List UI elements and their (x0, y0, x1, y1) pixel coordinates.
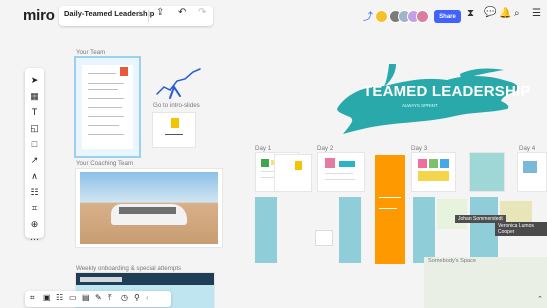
more-tools-icon[interactable]: ··· (25, 233, 44, 246)
intro-sticky (171, 118, 179, 128)
bottom-toolbar: ⌗ ▣ ☷ ▭ ▤ ✎ ⤒ ◷ ⚲ ‹ (25, 291, 171, 307)
upload-tool-icon[interactable]: ⊕ (25, 218, 44, 231)
search-icon[interactable]: ⌕ (514, 8, 520, 19)
divider (148, 10, 149, 22)
day1-label: Day 1 (255, 145, 272, 152)
video-icon[interactable]: ▭ (69, 293, 77, 302)
onboarding-header (80, 277, 122, 282)
arrow-brush-icon (156, 68, 201, 99)
day2-card[interactable] (318, 153, 364, 191)
frame-tool-icon[interactable]: ▦ (25, 90, 44, 103)
title-main: TEAMED LEADERSHIP (363, 83, 531, 100)
select-tool-icon[interactable]: ➤ (25, 74, 44, 87)
chat-bottom-icon[interactable]: ☷ (56, 293, 63, 302)
space-panel (424, 257, 547, 308)
team-card-frame[interactable] (76, 58, 139, 156)
orange-column[interactable] (375, 155, 405, 264)
space-label: Somebody's Space (428, 258, 477, 264)
intro-slide[interactable] (153, 113, 195, 147)
undo-icon[interactable]: ↶ (178, 7, 186, 18)
redo-icon[interactable]: ↷ (198, 7, 206, 18)
grid-icon[interactable]: ⌗ (30, 293, 35, 303)
pen-tool-icon[interactable]: ∧ (25, 170, 44, 183)
green-note[interactable] (437, 199, 467, 229)
day4-card[interactable] (518, 153, 546, 191)
grid-tool-icon[interactable]: ⌗ (25, 202, 44, 215)
day4-sticky-column (470, 197, 498, 263)
intro-label: Go to intro-slides (153, 102, 200, 109)
card-icon[interactable]: ▣ (43, 293, 51, 302)
title-sub: ALWAYS SPRINT (402, 103, 438, 108)
share-button[interactable]: Share (434, 10, 461, 23)
timer-icon[interactable]: ⧗ (467, 8, 474, 19)
text-tool-icon[interactable]: T (25, 106, 44, 119)
day1-sticky-column (255, 197, 277, 263)
star-icon[interactable]: ☆ (136, 9, 143, 18)
day3-card[interactable] (412, 153, 455, 191)
comment-tool-icon[interactable]: ☷ (25, 186, 44, 199)
day3-teal-board[interactable] (470, 153, 504, 191)
export-icon[interactable]: ⇪ (156, 7, 164, 18)
clock-icon[interactable]: ◷ (121, 293, 128, 302)
day3-sticky-column (413, 197, 435, 263)
collapse-icon[interactable]: ‹ (146, 293, 149, 302)
day1-doc[interactable] (275, 155, 311, 191)
link-icon[interactable]: ⚲ (134, 293, 140, 302)
zoom-icon[interactable]: ⌃ (537, 295, 543, 303)
miro-logo[interactable]: miro (23, 7, 55, 24)
menu-icon[interactable]: ☰ (532, 8, 541, 19)
coaching-team-label: Your Coaching Team (76, 160, 134, 167)
chat-icon[interactable]: 💬 (484, 7, 496, 18)
avatar-5[interactable] (416, 10, 429, 23)
sticky-note-tool-icon[interactable]: ◱ (25, 122, 44, 135)
bus-window-band (119, 207, 176, 214)
cursor-icon[interactable]: ⤴ (363, 8, 373, 23)
shape-tool-icon[interactable]: □ (25, 138, 44, 151)
day3-label: Day 3 (411, 145, 428, 152)
left-toolbar: ➤ ▦ T ◱ □ ↗ ∧ ☷ ⌗ ⊕ ··· (25, 68, 44, 244)
day2-sticky-column (339, 197, 361, 263)
screen-icon[interactable]: ▤ (82, 293, 90, 302)
team-badge (120, 67, 128, 76)
line-tool-icon[interactable]: ↗ (25, 154, 44, 167)
brush-banner (337, 64, 518, 134)
avatar-1[interactable] (375, 10, 388, 23)
welcome-label: Weekly onboarding & special attempts (76, 265, 182, 272)
photo-note[interactable] (316, 231, 332, 245)
upload-bottom-icon[interactable]: ⤒ (108, 293, 112, 303)
your-team-label: Your Team (76, 49, 106, 56)
edit-icon[interactable]: ✎ (95, 293, 102, 302)
bell-icon[interactable]: 🔔 (499, 8, 511, 19)
day4-label: Day 4 (519, 145, 536, 152)
coaching-team-photo[interactable] (76, 169, 222, 247)
cursor-label-2: Veronica Lumos Cooper (495, 222, 547, 236)
day2-label: Day 2 (317, 145, 334, 152)
